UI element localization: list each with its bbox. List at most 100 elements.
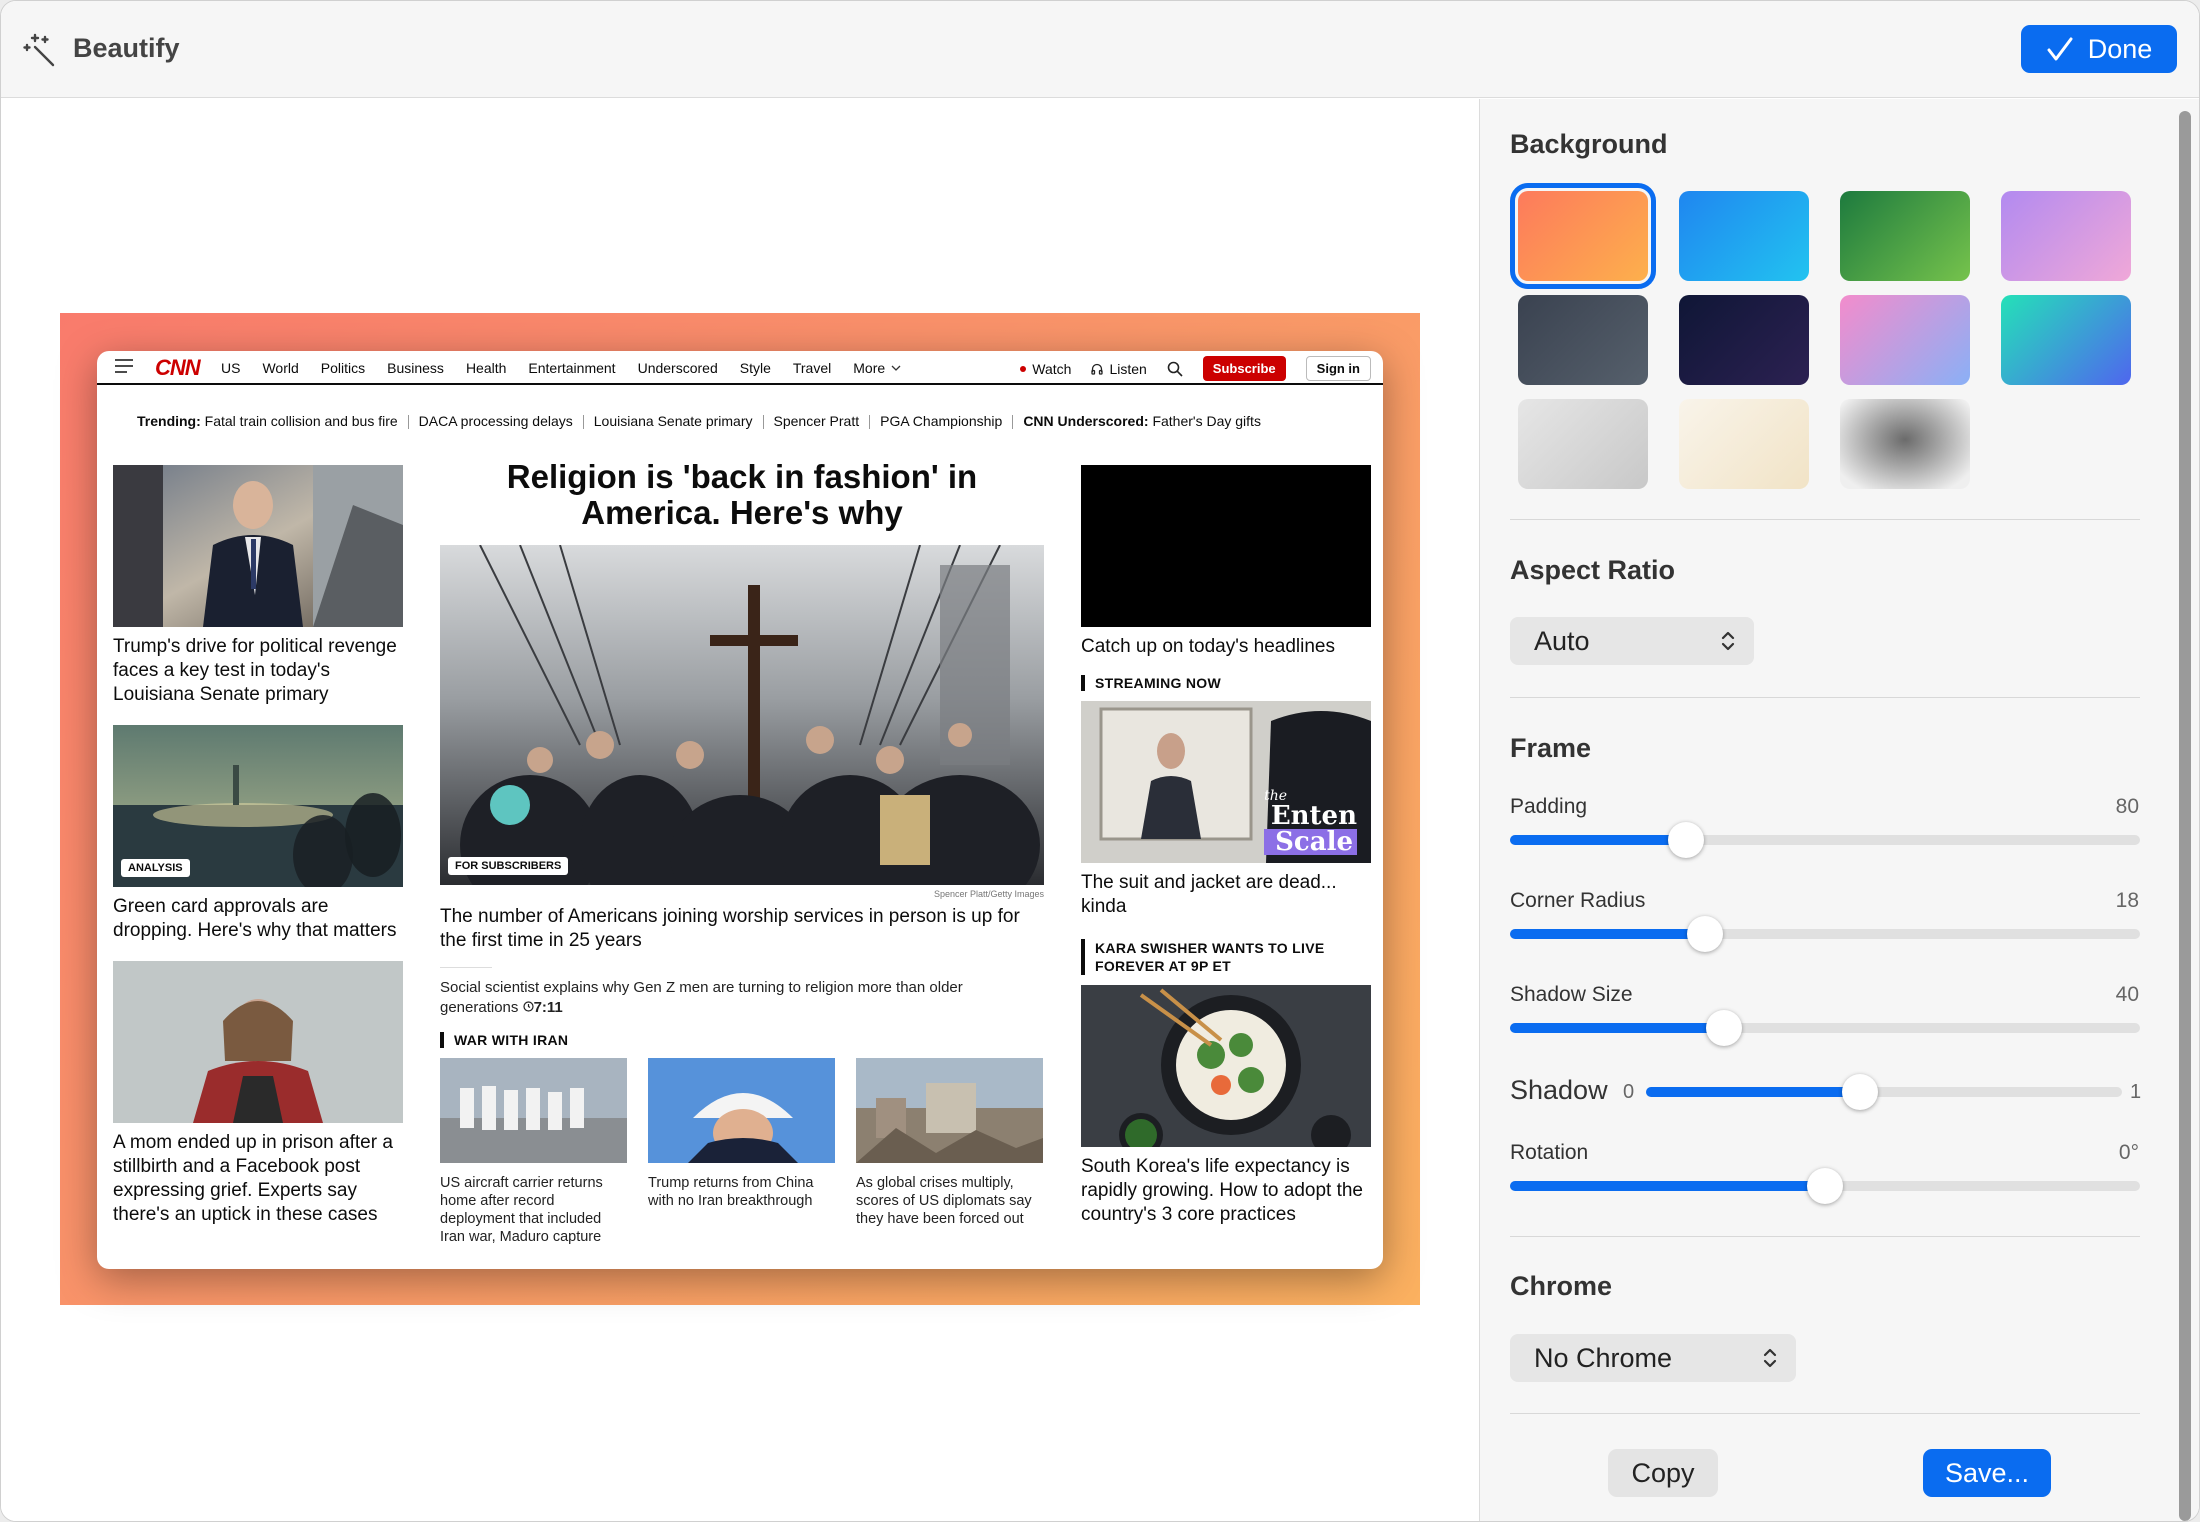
cnn-nav-right: Watch Listen Subscribe Sign in [1020,356,1371,381]
iran-story-text: US aircraft carrier returns home after r… [440,1175,603,1245]
swatch-navy[interactable] [1679,295,1809,385]
swatch-blue[interactable] [1679,191,1809,281]
nav-link: Style [739,360,771,376]
headphones-icon [1091,363,1104,375]
corner-radius-slider-fill [1510,929,1706,939]
story-image [648,1058,835,1163]
app-title: Beautify [73,33,180,63]
aspect-ratio-value: Auto [1534,625,1590,656]
panel-scrollbar[interactable] [2179,111,2191,1521]
story-image [113,961,403,1123]
iran-story: US aircraft carrier returns home after r… [440,1058,627,1246]
chrome-value: No Chrome [1534,1342,1673,1373]
hamburger-menu-icon [115,359,133,373]
nav-link: Underscored [637,360,718,376]
overlay-enten: Enten [1270,801,1357,831]
right-column: Catch up on today's headlines STREAMING … [1081,465,1371,1227]
nav-link: US [221,360,241,376]
shadow-size-slider-knob[interactable] [1706,1010,1743,1046]
padding-slider-knob[interactable] [1668,822,1705,858]
divider [1510,697,2140,698]
divider [440,967,492,968]
copy-button[interactable]: Copy [1608,1449,1718,1497]
swatch-slate[interactable] [1518,295,1648,385]
shadow-size-slider[interactable] [1510,1010,2140,1046]
video-link: Social scientist explains why Gen Z men … [440,978,1044,1018]
nav-more-label: More [853,360,886,376]
cnn-nav-bar: CNN US World Politics Business Health En… [97,351,1383,385]
enten-scale-overlay: the Enten Scale [1264,789,1357,855]
background-swatches [1510,183,2158,489]
underscored-label: CNN Underscored: [1023,413,1149,429]
corner-radius-slider[interactable] [1510,916,2140,952]
preview-canvas: CNN US World Politics Business Health En… [1,99,1479,1521]
iran-stories: US aircraft carrier returns home after r… [440,1058,1044,1246]
frame-title: Frame [1510,733,1592,763]
story-image [1081,985,1371,1147]
screenshot-preview: CNN US World Politics Business Health En… [97,351,1383,1269]
search-icon [1167,361,1183,377]
separator [762,415,764,429]
swatch-cream[interactable] [1679,399,1809,489]
settings-panel: Background Aspect Ratio Auto Frame Paddi… [1479,99,2199,1521]
iran-story: Trump returns from China with no Iran br… [648,1058,835,1246]
chrome-select[interactable]: No Chrome [1510,1334,1796,1382]
swatch-pink-blue[interactable] [1840,295,1970,385]
subscribe-button: Subscribe [1202,356,1286,381]
rotation-slider-knob[interactable] [1807,1168,1843,1204]
main-headline: Religion is 'back in fashion' in America… [506,458,978,531]
streaming-headline: The suit and jacket are dead... kinda [1081,872,1337,917]
story-image: ANALYSIS [113,725,403,887]
main-story-image: FOR SUBSCRIBERS [440,545,1044,885]
padding-slider[interactable] [1510,822,2140,858]
cnn-nav-links: US World Politics Business Health Entert… [221,360,923,376]
corner-radius-slider-knob[interactable] [1687,916,1724,952]
swatch-purple-pink[interactable] [2001,191,2131,281]
chevron-down-icon [891,365,901,371]
trending-item: Spencer Pratt [773,413,860,429]
swatch-coral-orange[interactable] [1510,183,1656,289]
trending-item: Fatal train collision and bus fire [204,413,398,429]
checkmark-icon [2047,37,2073,61]
video-caption: Catch up on today's headlines [1081,636,1335,657]
trending-label: Trending: [137,413,201,429]
padding-label: Padding [1510,795,1588,818]
save-button[interactable]: Save... [1923,1449,2051,1497]
separator [869,415,871,429]
swatch-green[interactable] [1840,191,1970,281]
swatch-teal-blue[interactable] [2001,295,2131,385]
swatch-light-gray[interactable] [1518,399,1648,489]
shadow-size-label: Shadow Size [1510,983,1633,1006]
section-label: WAR WITH IRAN [440,1032,1044,1048]
shadow-slider-knob[interactable] [1842,1074,1879,1110]
padding-value: 80 [2115,795,2139,818]
story-image: the Enten Scale [1081,701,1371,863]
subscribers-badge: FOR SUBSCRIBERS [448,857,569,875]
swatch-blurred[interactable] [1840,399,1970,489]
cnn-logo: CNN [155,355,201,380]
photo-credit: Spencer Platt/Getty Images [933,889,1044,899]
story-image [113,465,403,627]
shadow-slider[interactable] [1646,1074,2122,1110]
chrome-title: Chrome [1510,1271,1613,1301]
story-headline: A mom ended up in prison after a stillbi… [113,1132,393,1225]
done-button[interactable]: Done [2021,25,2177,73]
story-headline: Trump's drive for political revenge face… [113,636,397,705]
background-section-title: Background [1510,129,1668,159]
section-label: KARA SWISHER WANTS TO LIVE FOREVER AT 9P… [1081,939,1371,975]
separator [582,415,584,429]
aspect-ratio-select[interactable]: Auto [1510,617,1754,665]
nav-link: Business [387,360,444,376]
trending-item: Father's Day gifts [1152,413,1261,429]
trending-item: PGA Championship [880,413,1003,429]
trending-item: DACA processing delays [418,413,573,429]
separator [1012,415,1014,429]
rotation-slider[interactable] [1510,1168,2140,1204]
shadow-slider-fill [1646,1087,1861,1097]
nav-link: World [262,360,299,376]
iran-story: As global crises multiply, scores of US … [856,1058,1043,1246]
shadow-size-value: 40 [2115,983,2139,1006]
rotation-slider-fill [1510,1181,1825,1191]
nav-link: Entertainment [528,360,616,376]
sign-in-button: Sign in [1305,356,1371,381]
